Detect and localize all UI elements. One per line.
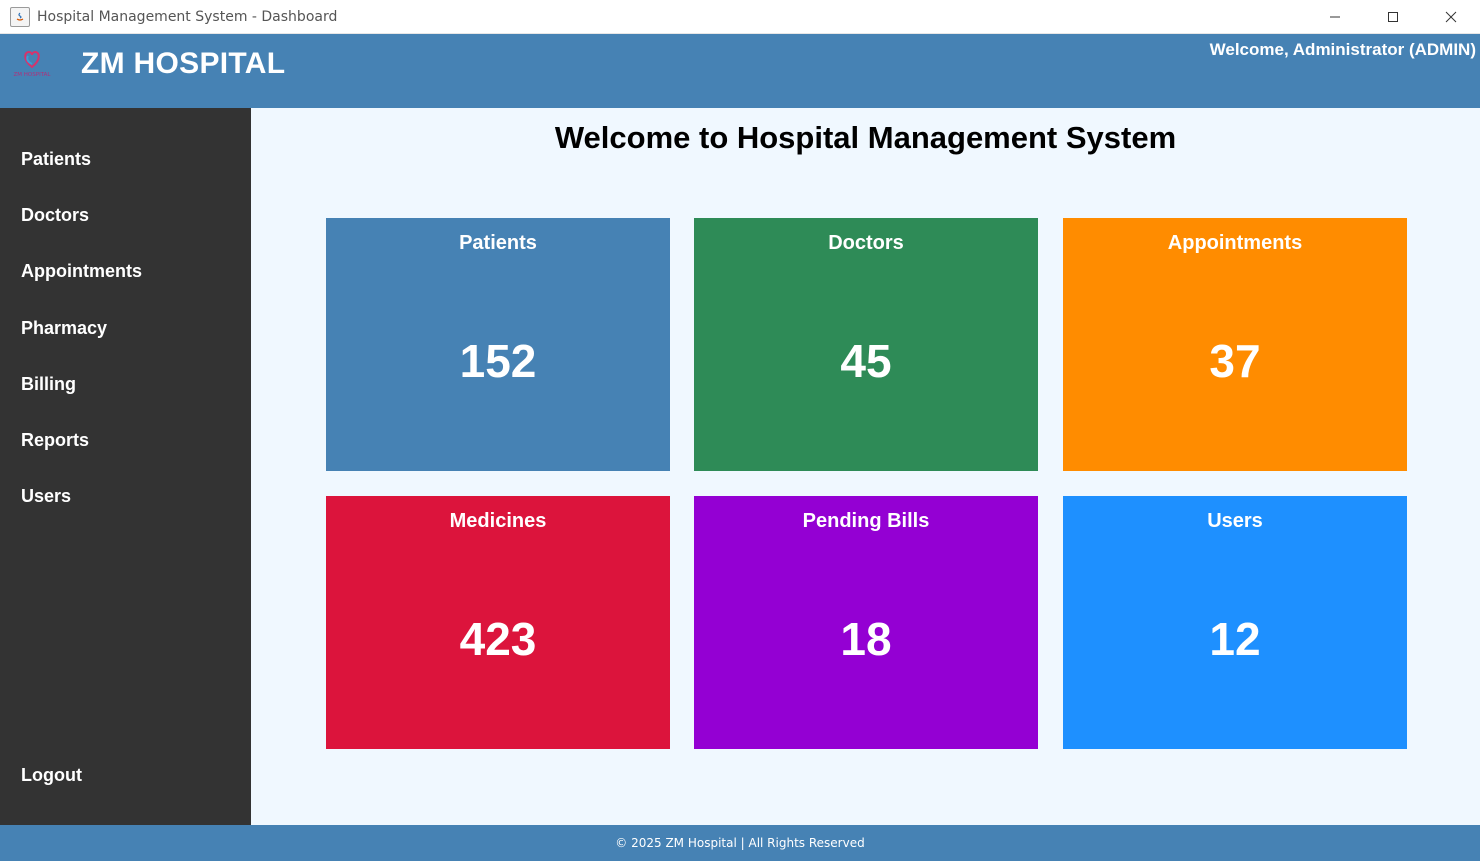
stat-card-appointments: Appointments 37 (1063, 218, 1407, 471)
stat-card-users: Users 12 (1063, 496, 1407, 749)
stat-card-title: Appointments (1167, 232, 1303, 254)
stat-card-title: Medicines (449, 510, 547, 532)
brand-title: ZM HOSPITAL (81, 47, 286, 80)
stat-card-pending-bills: Pending Bills 18 (694, 496, 1038, 749)
stat-card-medicines: Medicines 423 (326, 496, 670, 749)
welcome-message: Welcome, Administrator (ADMIN) (1209, 40, 1476, 59)
footer: © 2025 ZM Hospital | All Rights Reserved (0, 825, 1480, 861)
stat-card-title: Users (1207, 510, 1263, 532)
java-app-icon (10, 6, 30, 27)
stat-card-value: 37 (1209, 335, 1261, 387)
stat-card-title: Doctors (828, 232, 904, 254)
window-title: Hospital Management System - Dashboard (37, 8, 338, 25)
sidebar-item-billing[interactable]: Billing (21, 374, 76, 395)
stat-card-value: 45 (840, 335, 892, 387)
close-button[interactable] (1422, 0, 1480, 33)
window-titlebar: Hospital Management System - Dashboard (0, 0, 1480, 34)
stat-card-title: Patients (459, 232, 537, 254)
stat-card-value: 12 (1209, 613, 1261, 665)
stat-card-value: 18 (840, 613, 892, 665)
sidebar-item-pharmacy[interactable]: Pharmacy (21, 318, 107, 339)
stat-card-value: 423 (459, 613, 537, 665)
maximize-button[interactable] (1364, 0, 1422, 33)
logout-button[interactable]: Logout (21, 765, 82, 786)
dashboard-main: Welcome to Hospital Management System Pa… (251, 108, 1480, 825)
sidebar-item-users[interactable]: Users (21, 486, 71, 507)
sidebar-item-patients[interactable]: Patients (21, 149, 91, 170)
copyright-text: © 2025 ZM Hospital | All Rights Reserved (615, 836, 865, 850)
stat-card-doctors: Doctors 45 (694, 218, 1038, 471)
hospital-logo: ZM HOSPITAL (9, 47, 55, 81)
stat-card-patients: Patients 152 (326, 218, 670, 471)
sidebar-item-appointments[interactable]: Appointments (21, 261, 142, 282)
maximize-icon (1388, 11, 1398, 22)
sidebar-item-reports[interactable]: Reports (21, 430, 89, 451)
close-icon (1445, 11, 1457, 22)
minimize-button[interactable] (1306, 0, 1364, 33)
svg-text:ZM HOSPITAL: ZM HOSPITAL (14, 72, 52, 78)
page-title: Welcome to Hospital Management System (554, 120, 1177, 155)
sidebar: Patients Doctors Appointments Pharmacy B… (0, 108, 251, 825)
sidebar-item-doctors[interactable]: Doctors (21, 205, 89, 226)
minimize-icon (1330, 16, 1340, 17)
app-header: ZM HOSPITAL ZM HOSPITAL Welcome, Adminis… (0, 34, 1480, 108)
stat-card-value: 152 (459, 335, 537, 387)
stat-card-title: Pending Bills (802, 510, 930, 532)
